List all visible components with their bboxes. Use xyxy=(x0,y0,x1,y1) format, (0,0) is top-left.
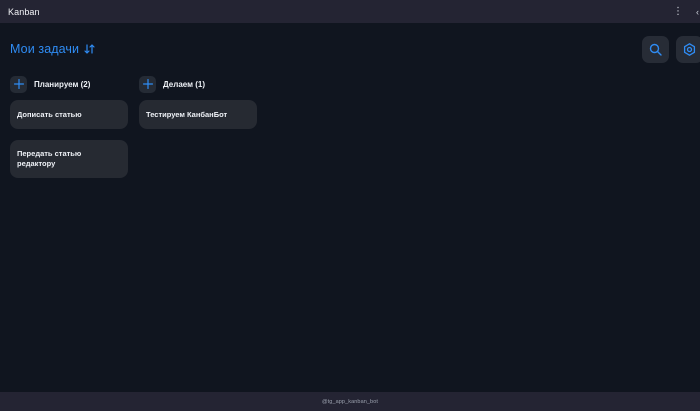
app-header-actions: ⋮ ‹ xyxy=(672,0,700,23)
settings-button[interactable] xyxy=(676,36,700,63)
plus-icon xyxy=(142,79,153,89)
board-title-sort[interactable]: Мои задачи xyxy=(10,42,95,56)
task-card-text: Передать статью редактору xyxy=(17,149,82,168)
app-header: Kanban ⋮ ‹ xyxy=(0,0,700,23)
search-button[interactable] xyxy=(642,36,669,63)
chevron-left-icon[interactable]: ‹ xyxy=(684,0,700,23)
kebab-menu-icon[interactable]: ⋮ xyxy=(672,0,684,23)
task-card[interactable]: Передать статью редактору xyxy=(10,140,128,178)
column-header: Делаем (1) xyxy=(139,75,257,93)
task-card[interactable]: Тестируем КанбанБот xyxy=(139,100,257,129)
bot-handle: @tg_app_kanban_bot xyxy=(321,398,378,405)
search-icon xyxy=(649,43,662,56)
app-title: Kanban xyxy=(8,6,40,17)
column-header: Планируем (2) xyxy=(10,75,128,93)
task-card-text: Дописать статью xyxy=(17,109,82,119)
column-planning: Планируем (2) Дописать статью Передать с… xyxy=(10,75,128,178)
column-title: Делаем (1) xyxy=(163,79,206,89)
add-card-button[interactable] xyxy=(10,75,27,93)
add-card-button[interactable] xyxy=(139,75,156,93)
task-card-text: Тестируем КанбанБот xyxy=(146,109,228,119)
task-card[interactable]: Дописать статью xyxy=(10,100,128,129)
plus-icon xyxy=(13,79,24,89)
footer: @tg_app_kanban_bot xyxy=(0,392,700,411)
page-title: Мои задачи xyxy=(10,42,80,56)
settings-icon xyxy=(683,43,696,56)
column-title: Планируем (2) xyxy=(34,79,91,89)
column-doing: Делаем (1) Тестируем КанбанБот xyxy=(139,75,257,129)
sort-arrows-icon xyxy=(84,44,95,54)
board: Мои задачи Планируем (2) Дописать статью… xyxy=(0,23,700,392)
